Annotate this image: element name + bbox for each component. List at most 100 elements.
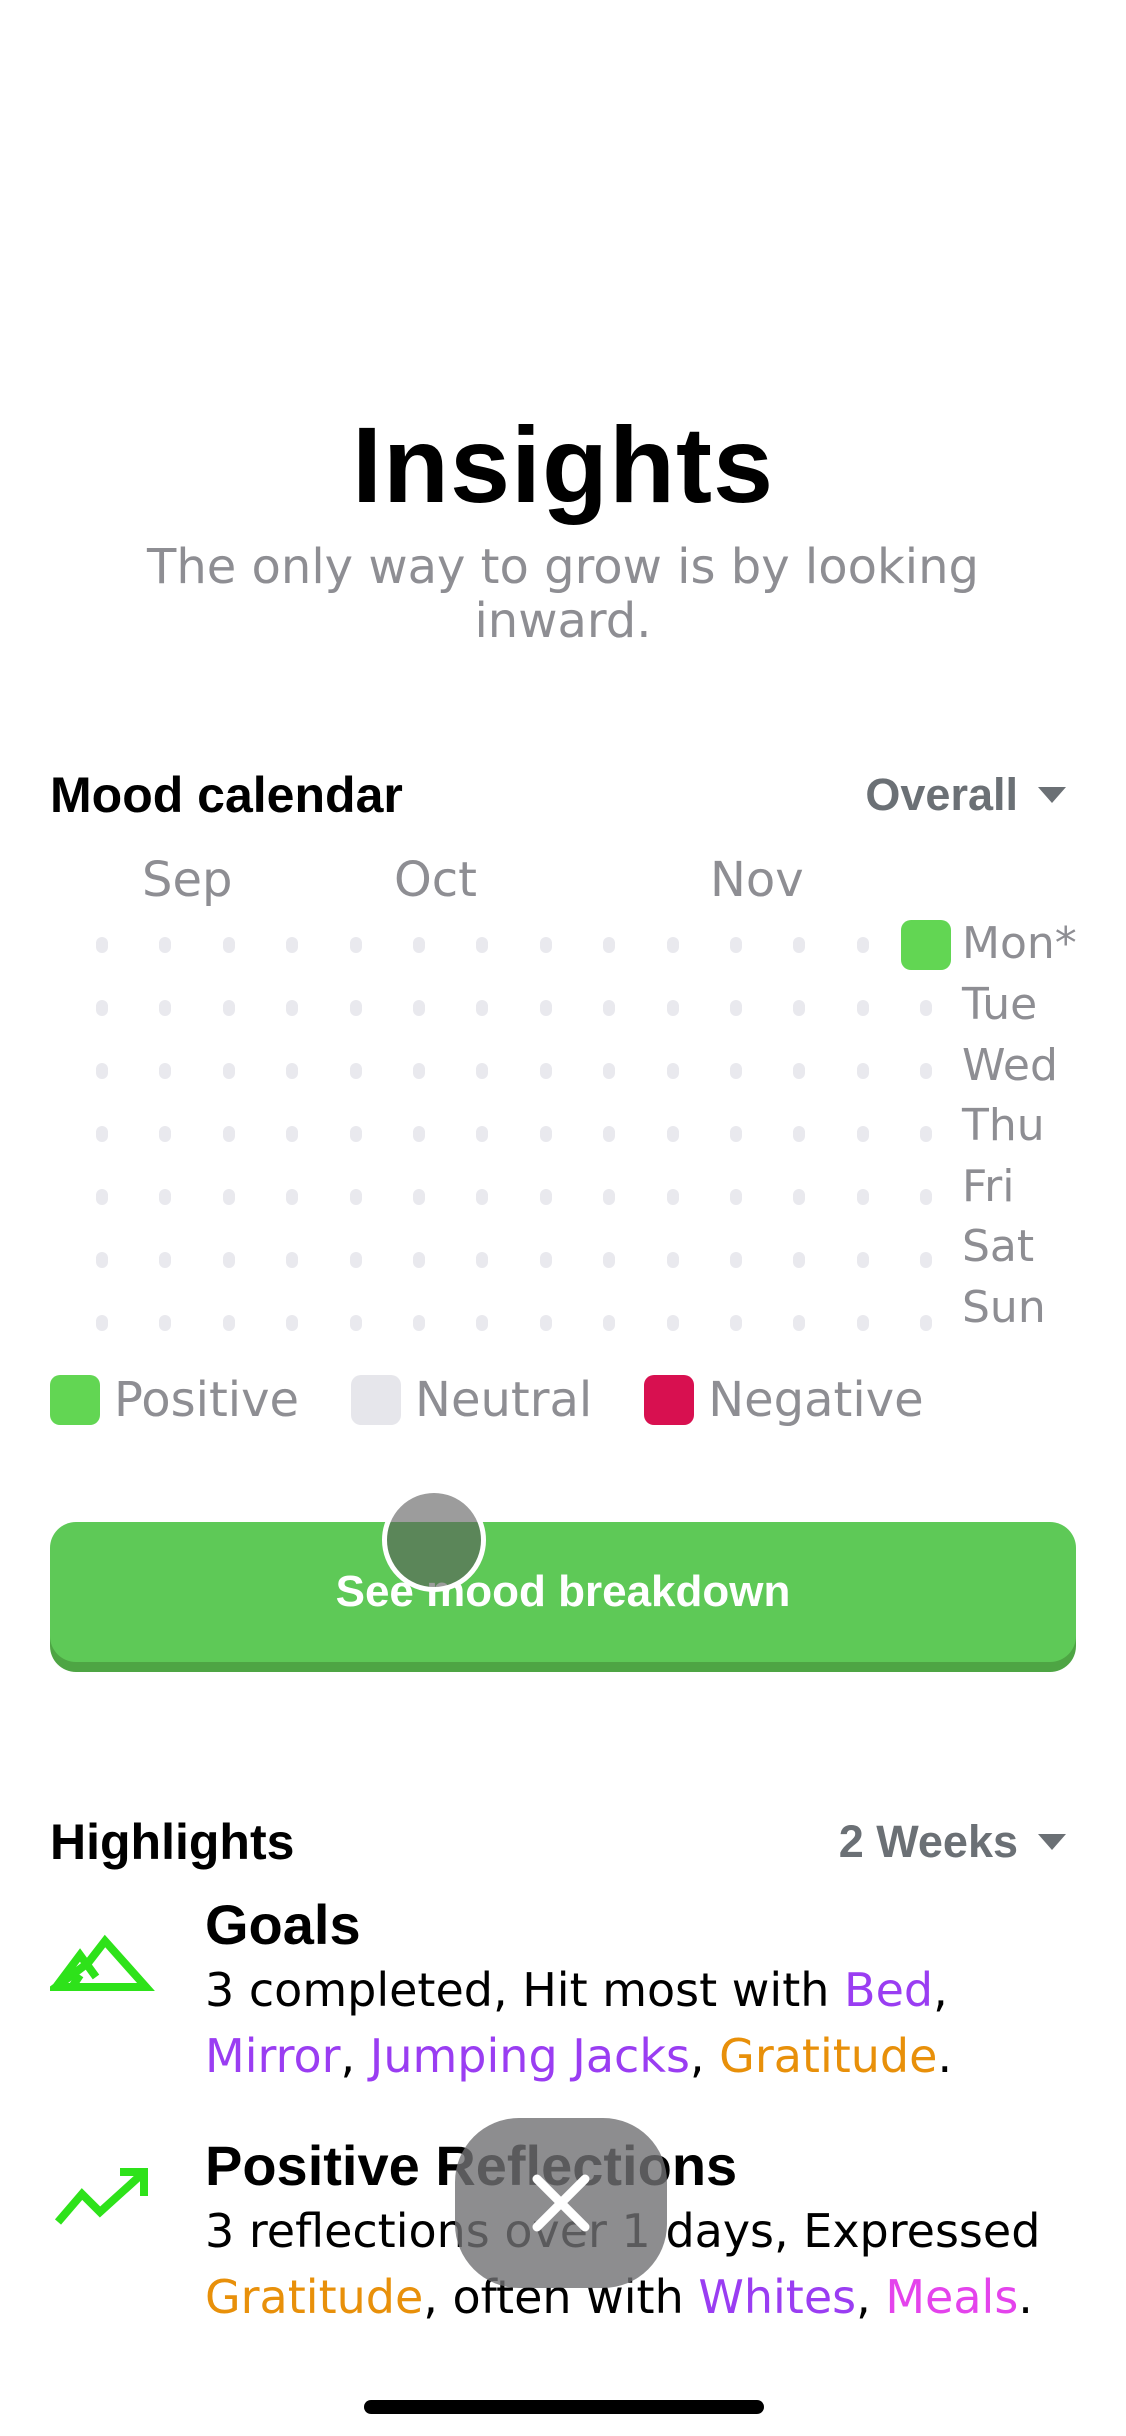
empty-day-dot (159, 937, 172, 953)
highlight-body: 3 completed, Hit most with Bed, Mirror, … (205, 1957, 1105, 2089)
highlight-tag: Whites (698, 2270, 857, 2324)
empty-day-dot (222, 1063, 235, 1079)
highlight-text: . (1018, 2270, 1033, 2324)
empty-day-dot (539, 1315, 552, 1331)
touch-indicator (382, 1488, 486, 1592)
empty-day-dot (666, 1315, 679, 1331)
highlight-tag: Gratitude (719, 2029, 938, 2083)
empty-day-dot (730, 1000, 742, 1016)
empty-day-dot (539, 1063, 552, 1079)
mood-calendar-title: Mood calendar (50, 767, 403, 823)
mood-calendar-grid (0, 0, 1126, 1400)
highlight-tag: Mirror (205, 2029, 341, 2083)
empty-day-dot (730, 937, 742, 953)
weekday-label: Wed (962, 1040, 1058, 1091)
empty-day-dot (96, 937, 108, 953)
empty-day-dot (539, 1126, 552, 1142)
highlight-tag: Gratitude (205, 2270, 424, 2324)
empty-day-dot (539, 1189, 552, 1205)
empty-day-dot (96, 1000, 108, 1016)
empty-day-dot (349, 1189, 362, 1205)
empty-day-dot (666, 1189, 679, 1205)
empty-day-dot (730, 1126, 742, 1142)
empty-day-dot (603, 1252, 616, 1268)
positive-swatch (50, 1375, 100, 1425)
empty-day-dot (413, 937, 425, 953)
empty-day-dot (476, 1126, 489, 1142)
empty-day-dot (666, 1063, 679, 1079)
empty-day-dot (413, 1315, 425, 1331)
close-icon (532, 2174, 590, 2232)
empty-day-dot (793, 1189, 806, 1205)
empty-day-dot (730, 1189, 742, 1205)
empty-day-dot (856, 1315, 869, 1331)
empty-day-dot (603, 1063, 616, 1079)
empty-day-dot (539, 1000, 552, 1016)
empty-day-dot (159, 1189, 172, 1205)
empty-day-dot (856, 937, 869, 953)
empty-day-dot (413, 1126, 425, 1142)
empty-day-dot (349, 1252, 362, 1268)
empty-day-dot (222, 1126, 235, 1142)
highlight-text: , (689, 2029, 720, 2083)
empty-day-dot (793, 937, 806, 953)
legend-negative: Negative (644, 1372, 924, 1428)
empty-day-dot (476, 1189, 489, 1205)
highlight-tag: Jumping Jacks (369, 2029, 690, 2083)
empty-day-dot (286, 1063, 299, 1079)
caret-down-icon (1038, 1834, 1066, 1850)
empty-day-dot (730, 1063, 742, 1079)
empty-day-dot (222, 1315, 235, 1331)
highlights-filter-dropdown[interactable]: 2 Weeks (839, 1816, 1076, 1868)
empty-day-dot (222, 1000, 235, 1016)
empty-day-dot (286, 937, 299, 953)
empty-day-dot (539, 937, 552, 953)
empty-day-dot (159, 1126, 172, 1142)
close-button[interactable] (455, 2118, 667, 2288)
empty-day-dot (920, 1000, 933, 1016)
empty-day-dot (856, 1252, 869, 1268)
page-subtitle: The only way to grow is by looking inwar… (147, 539, 979, 649)
empty-day-dot (920, 1189, 933, 1205)
highlight-text: 3 completed, Hit most with (205, 1963, 845, 2017)
empty-day-dot (856, 1063, 869, 1079)
mood-legend: Positive Neutral Negative (50, 1372, 976, 1428)
empty-day-dot (793, 1063, 806, 1079)
empty-day-dot (920, 1126, 933, 1142)
legend-positive: Positive (50, 1372, 299, 1428)
empty-day-dot (96, 1315, 108, 1331)
highlight-text: , (856, 2270, 886, 2324)
highlight-text: , (340, 2029, 370, 2083)
empty-day-dot (730, 1252, 742, 1268)
empty-day-dot (413, 1000, 425, 1016)
empty-day-dot (603, 1189, 616, 1205)
empty-day-dot (159, 1315, 172, 1331)
highlights-filter-value: 2 Weeks (838, 1816, 1018, 1867)
weekday-label: Sun (962, 1282, 1046, 1333)
weekday-label: Thu (962, 1100, 1045, 1151)
empty-day-dot (413, 1063, 425, 1079)
month-label: Nov (710, 852, 804, 908)
empty-day-dot (793, 1126, 806, 1142)
empty-day-dot (286, 1000, 299, 1016)
empty-day-dot (286, 1315, 299, 1331)
home-indicator[interactable] (364, 2400, 764, 2414)
weekday-label: Sat (962, 1221, 1035, 1272)
empty-day-dot (222, 1189, 235, 1205)
see-mood-breakdown-button[interactable]: See mood breakdown (50, 1522, 1076, 1662)
empty-day-dot (666, 1252, 679, 1268)
highlights-header: Highlights 2 Weeks (50, 1812, 1076, 1872)
legend-label: Positive (114, 1372, 300, 1428)
empty-day-dot (666, 1000, 679, 1016)
highlight-text: , (933, 1963, 948, 2017)
empty-day-dot (603, 1000, 616, 1016)
empty-day-dot (349, 1315, 362, 1331)
mood-filter-dropdown[interactable]: Overall (865, 769, 1076, 821)
empty-day-dot (476, 1315, 489, 1331)
negative-swatch (644, 1375, 695, 1425)
empty-day-dot (603, 937, 616, 953)
empty-day-dot (539, 1252, 552, 1268)
month-label: Sep (142, 852, 233, 908)
empty-day-dot (603, 1126, 616, 1142)
empty-day-dot (413, 1252, 425, 1268)
